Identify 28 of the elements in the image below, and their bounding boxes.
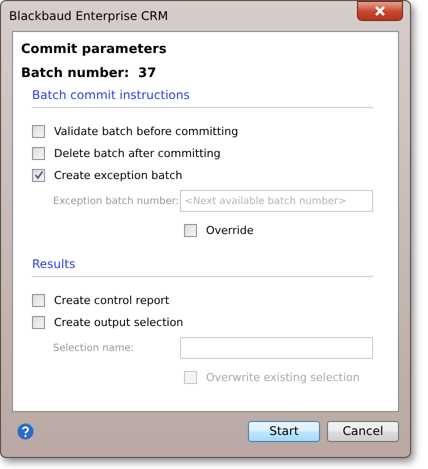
checkbox-label: Delete batch after committing [54, 146, 221, 160]
dialog-heading: Commit parameters [21, 42, 168, 57]
checkbox[interactable] [32, 316, 45, 328]
close-button[interactable] [357, 1, 403, 21]
section-title: Results [32, 257, 373, 277]
checkbox-label: Override [206, 224, 254, 236]
section-title: Batch commit instructions [32, 88, 373, 108]
checkbox-label: Create output selection [54, 316, 184, 328]
batch-number-value: 37 [138, 66, 156, 81]
batch-number-label: Batch number: [21, 66, 130, 81]
help-icon[interactable] [17, 422, 34, 440]
field-label: Selection name: [53, 342, 135, 354]
checkbox[interactable] [32, 146, 45, 160]
checkbox-label: Create control report [54, 294, 170, 306]
checkbox[interactable] [32, 124, 45, 138]
cancel-button[interactable]: Cancel [327, 420, 399, 442]
checkbox[interactable] [32, 294, 45, 306]
window-title: Blackbaud Enterprise CRM [9, 9, 168, 23]
close-icon [373, 5, 387, 17]
checkbox-label: Create exception batch [54, 168, 182, 182]
input-field[interactable] [180, 337, 373, 359]
checkbox-label: Validate batch before committing [54, 124, 238, 138]
start-button[interactable]: Start [248, 420, 320, 442]
input-field[interactable]: <Next available batch number> [180, 190, 373, 212]
checkbox[interactable] [184, 224, 197, 236]
checkbox[interactable] [32, 168, 45, 182]
checkbox-label: Overwrite existing selection [206, 370, 360, 384]
field-label: Exception batch number: [53, 196, 180, 206]
